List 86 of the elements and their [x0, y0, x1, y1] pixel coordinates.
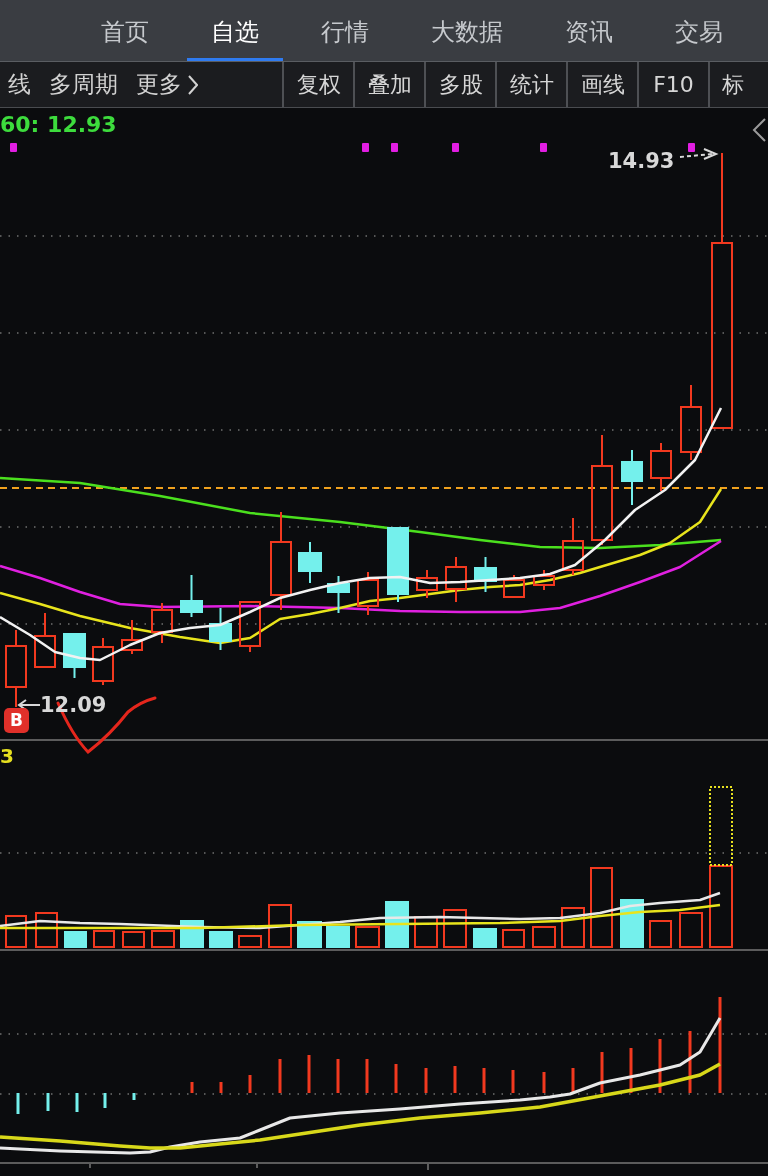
candlestick	[445, 556, 467, 603]
volume-bar	[473, 928, 497, 948]
volume-bar	[443, 909, 467, 948]
macd-bar	[424, 1068, 428, 1093]
macd-bar	[658, 1039, 662, 1093]
macd-bar	[453, 1066, 457, 1093]
macd-bar	[16, 1093, 20, 1114]
low-price-label: 12.09	[40, 692, 107, 718]
candlestick	[474, 556, 497, 593]
candlestick	[121, 619, 143, 655]
candlestick	[650, 442, 672, 492]
volume-bar	[238, 935, 262, 948]
macd-bar	[629, 1048, 633, 1093]
volume-bar	[620, 899, 644, 948]
nav-tab[interactable]: 交易	[651, 5, 747, 61]
indicator-label: 60: 12.93	[0, 112, 117, 138]
candlestick	[416, 569, 438, 599]
macd-bar	[688, 1031, 692, 1093]
high-price-label: 14.93	[608, 148, 675, 174]
volume-bar	[355, 926, 380, 948]
candlestick	[239, 600, 261, 653]
square-marker-icon	[688, 143, 695, 152]
buy-signal-badge: B	[4, 708, 29, 733]
candlestick	[327, 575, 350, 614]
square-marker-icon	[540, 143, 547, 152]
volume-bar	[35, 912, 58, 948]
candlestick	[533, 569, 555, 591]
candlestick	[562, 517, 584, 576]
volume-bar	[268, 904, 292, 948]
macd-bar	[219, 1082, 223, 1093]
chevron-left-icon[interactable]	[752, 118, 766, 142]
candlestick	[151, 602, 173, 644]
volume-bar	[649, 920, 672, 948]
volume-bar	[326, 926, 350, 948]
macd-bar	[307, 1055, 311, 1093]
macd-bar	[394, 1064, 398, 1093]
macd-bar	[278, 1059, 282, 1093]
macd-bar	[190, 1082, 194, 1093]
volume-bar	[414, 916, 438, 948]
volume-bar	[502, 929, 525, 948]
macd-bar	[600, 1052, 604, 1093]
macd-bar	[336, 1059, 340, 1093]
candlestick	[92, 637, 114, 686]
square-marker-icon	[362, 143, 369, 152]
volume-bar	[679, 912, 703, 948]
more-menu-button[interactable]: 更多	[136, 73, 198, 96]
macd-bar	[103, 1093, 107, 1108]
candlestick	[209, 607, 232, 651]
volume-bar	[93, 930, 115, 948]
candlestick	[34, 612, 56, 668]
candlestick	[298, 541, 322, 584]
macd-bar	[132, 1093, 136, 1100]
square-marker-icon	[10, 143, 17, 152]
nav-tab[interactable]: 大数据	[407, 5, 527, 61]
volume-bar	[532, 926, 556, 948]
candlestick	[357, 571, 379, 616]
macd-bar	[46, 1093, 50, 1111]
period-option[interactable]: 线	[8, 73, 31, 96]
chevron-right-icon	[188, 74, 198, 95]
macd-bar	[365, 1059, 369, 1093]
nav-tab[interactable]: 首页	[77, 5, 173, 61]
candlestick	[503, 574, 525, 598]
volume-indicator-label: 3	[0, 744, 14, 768]
volume-bar	[385, 901, 409, 948]
candlestick	[180, 574, 203, 618]
macd-bar	[482, 1068, 486, 1093]
volume-bar	[5, 915, 27, 948]
nav-tab[interactable]: 行情	[297, 5, 393, 61]
macd-bar	[75, 1093, 79, 1112]
volume-bar	[64, 931, 87, 948]
square-marker-icon	[391, 143, 398, 152]
leader-arrow	[679, 148, 719, 160]
nav-tab[interactable]: 资讯	[541, 5, 637, 61]
volume-bar	[561, 907, 585, 948]
period-option[interactable]: 多周期	[49, 73, 118, 96]
candlestick	[621, 449, 643, 506]
macd-bar	[571, 1068, 575, 1093]
volume-bar	[209, 931, 233, 948]
volume-bar	[122, 931, 145, 948]
macd-bar	[511, 1070, 515, 1093]
candlestick	[63, 632, 86, 679]
square-marker-icon	[452, 143, 459, 152]
volume-bar	[151, 930, 175, 948]
leader-arrow	[17, 699, 41, 711]
macd-bar	[542, 1072, 546, 1093]
macd-bar	[248, 1075, 252, 1093]
